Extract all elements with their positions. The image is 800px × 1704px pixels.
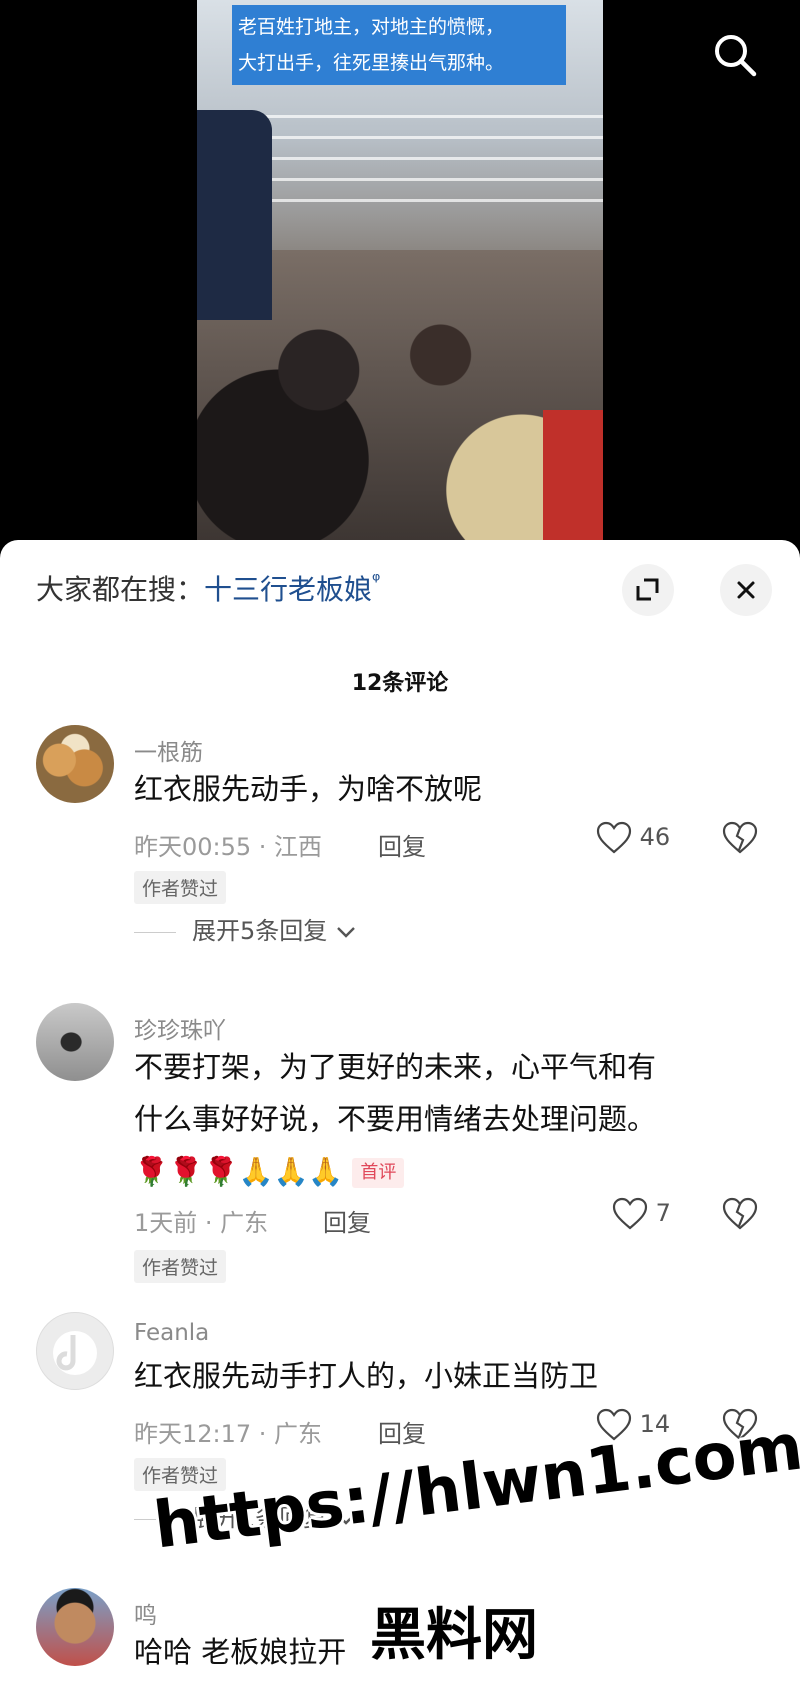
comment-meta: 昨天00:55 · 江西 <box>134 833 323 861</box>
subtitle-line-2: 大打出手，往死里揍出气那种。 <box>238 52 505 74</box>
comment-text-line-2: 什么事好好说，不要用情绪去处理问题。 <box>134 1102 657 1136</box>
hanging-coat <box>197 110 272 320</box>
comments-panel: 大家都在搜：十三行老板娘ᵠ 12条评论 一根筋 红衣服先动手，为啥不放呢 昨天0… <box>0 540 800 1704</box>
expand-replies-label: 展开1条回复 <box>192 1504 328 1532</box>
reply-button[interactable]: 回复 <box>323 1203 371 1238</box>
divider <box>134 1518 176 1520</box>
heart-icon <box>596 821 632 854</box>
expand-button[interactable] <box>622 564 674 616</box>
username[interactable]: 一根筋 <box>134 733 203 767</box>
small-search-icon: ᵠ <box>372 568 381 592</box>
comment-meta: 1天前 · 广东 <box>134 1209 269 1237</box>
username[interactable]: Feanla <box>134 1320 209 1346</box>
author-liked-badge: 作者赞过 <box>134 1250 227 1283</box>
like-count: 14 <box>639 1410 671 1438</box>
video-player[interactable]: 老百姓打地主，对地主的愤慨， 大打出手，往死里揍出气那种。 <box>0 0 800 545</box>
author-liked-badge: 作者赞过 <box>134 1458 227 1491</box>
expand-replies[interactable]: 展开1条回复 <box>134 1498 357 1533</box>
avatar[interactable] <box>36 1003 114 1081</box>
heart-icon <box>596 1408 632 1441</box>
dislike-button[interactable] <box>722 1408 758 1442</box>
subtitle-line-1: 老百姓打地主，对地主的愤慨， <box>238 16 505 38</box>
like-button[interactable]: 46 <box>596 821 670 855</box>
suggest-prefix: 大家都在搜： <box>36 573 205 606</box>
broken-heart-icon <box>722 821 758 854</box>
avatar[interactable] <box>36 725 114 803</box>
comment-count: 12条评论 <box>351 671 449 696</box>
comment-text: 不要打架，为了更好的未来，心平气和有 什么事好好说，不要用情绪去处理问题。 🌹🌹… <box>134 1041 764 1198</box>
reply-button[interactable]: 回复 <box>378 1414 426 1449</box>
chevron-down-icon <box>337 927 355 938</box>
comment-text: 红衣服先动手打人的，小妹正当防卫 <box>134 1359 599 1393</box>
emoji-row: 🌹🌹🌹🙏🙏🙏 <box>134 1155 344 1188</box>
like-count: 7 <box>655 1199 671 1227</box>
suggest-query-link[interactable]: 十三行老板娘 <box>204 573 372 606</box>
broken-heart-icon <box>722 1197 758 1230</box>
expand-replies[interactable]: 展开5条回复 <box>134 911 357 946</box>
avatar[interactable] <box>36 1588 114 1666</box>
comment-text: 哈哈 老板娘拉开 <box>134 1635 347 1669</box>
reply-button[interactable]: 回复 <box>378 827 426 862</box>
divider <box>134 931 176 933</box>
like-count: 46 <box>639 823 671 851</box>
chevron-down-icon <box>337 1514 355 1525</box>
username[interactable]: 珍珍珠吖 <box>134 1011 226 1045</box>
search-icon <box>715 35 757 77</box>
first-comment-tag: 首评 <box>352 1158 405 1188</box>
search-button[interactable] <box>710 30 760 80</box>
close-button[interactable] <box>720 564 772 616</box>
red-coat <box>543 410 603 545</box>
expand-replies-label: 展开5条回复 <box>192 917 328 945</box>
close-icon <box>737 581 755 599</box>
video-subtitle: 老百姓打地主，对地主的愤慨， 大打出手，往死里揍出气那种。 <box>232 5 566 85</box>
comment-text: 红衣服先动手，为啥不放呢 <box>134 772 483 806</box>
like-button[interactable]: 7 <box>612 1197 671 1231</box>
dislike-button[interactable] <box>722 821 758 855</box>
expand-icon <box>636 578 659 601</box>
search-suggestion[interactable]: 大家都在搜：十三行老板娘ᵠ <box>36 568 380 608</box>
broken-heart-icon <box>722 1408 758 1441</box>
username[interactable]: 鸣 <box>134 1596 157 1630</box>
like-button[interactable]: 14 <box>596 1408 670 1442</box>
dislike-button[interactable] <box>722 1197 758 1231</box>
heart-icon <box>612 1197 648 1230</box>
avatar[interactable] <box>36 1312 114 1390</box>
comment-text-line-1: 不要打架，为了更好的未来，心平气和有 <box>134 1050 657 1084</box>
author-liked-badge: 作者赞过 <box>134 871 227 904</box>
comment-meta: 昨天12:17 · 广东 <box>134 1420 323 1448</box>
default-avatar-icon <box>53 1331 97 1375</box>
